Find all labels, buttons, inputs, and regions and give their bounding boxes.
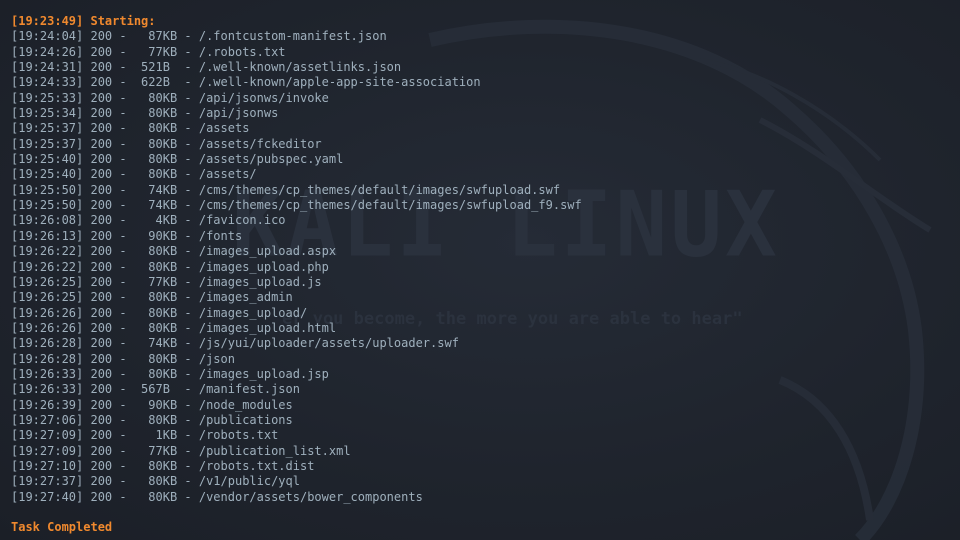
result-list: [19:24:04] 200 - 87KB - /.fontcustom-man… <box>11 29 582 505</box>
task-completed-line: Task Completed <box>11 520 113 535</box>
result-line: [19:26:22] 200 - 80KB - /images_upload.p… <box>11 259 329 274</box>
result-line: [19:26:26] 200 - 80KB - /images_upload.h… <box>11 320 337 335</box>
result-line: [19:25:50] 200 - 74KB - /cms/themes/cp_t… <box>11 182 561 197</box>
result-line: [19:25:37] 200 - 80KB - /assets <box>11 121 250 136</box>
result-line: [19:25:40] 200 - 80KB - /assets/ <box>11 167 257 182</box>
result-line: [19:27:37] 200 - 80KB - /v1/public/yql <box>11 474 300 489</box>
result-line: [19:26:28] 200 - 80KB - /json <box>11 351 235 366</box>
result-line: [19:27:06] 200 - 80KB - /publications <box>11 412 293 427</box>
result-line: [19:27:09] 200 - 1KB - /robots.txt <box>11 428 279 443</box>
result-line: [19:26:26] 200 - 80KB - /images_upload/ <box>11 305 308 320</box>
result-line: [19:25:37] 200 - 80KB - /assets/fckedito… <box>11 136 322 151</box>
result-line: [19:26:25] 200 - 77KB - /images_upload.j… <box>11 274 322 289</box>
result-line: [19:25:50] 200 - 74KB - /cms/themes/cp_t… <box>11 198 582 213</box>
result-line: [19:26:33] 200 - 80KB - /images_upload.j… <box>11 366 329 381</box>
result-line: [19:24:31] 200 - 521B - /.well-known/ass… <box>11 60 402 75</box>
result-line: [19:25:40] 200 - 80KB - /assets/pubspec.… <box>11 152 344 167</box>
result-line: [19:27:40] 200 - 80KB - /vendor/assets/b… <box>11 489 423 504</box>
scrollbar[interactable] <box>954 0 960 540</box>
result-line: [19:25:33] 200 - 80KB - /api/jsonws/invo… <box>11 90 329 105</box>
result-line: [19:26:39] 200 - 90KB - /node_modules <box>11 397 293 412</box>
result-line: [19:27:09] 200 - 77KB - /publication_lis… <box>11 443 351 458</box>
result-line: [19:26:33] 200 - 567B - /manifest.json <box>11 382 300 397</box>
result-line: [19:24:33] 200 - 622B - /.well-known/app… <box>11 75 481 90</box>
result-line: [19:24:26] 200 - 77KB - /.robots.txt <box>11 44 286 59</box>
result-line: [19:27:10] 200 - 80KB - /robots.txt.dist <box>11 458 315 473</box>
result-line: [19:26:28] 200 - 74KB - /js/yui/uploader… <box>11 336 459 351</box>
result-line: [19:26:08] 200 - 4KB - /favicon.ico <box>11 213 286 228</box>
terminal-window[interactable]: KALI LINUX er you become, the more you a… <box>0 0 960 540</box>
result-line: [19:26:13] 200 - 90KB - /fonts <box>11 228 243 243</box>
result-line: [19:24:04] 200 - 87KB - /.fontcustom-man… <box>11 29 387 44</box>
terminal-output[interactable]: [19:23:49] Starting: [19:24:04] 200 - 87… <box>11 14 582 536</box>
result-line: [19:25:34] 200 - 80KB - /api/jsonws <box>11 106 279 121</box>
result-line: [19:26:25] 200 - 80KB - /images_admin <box>11 290 293 305</box>
start-line: [19:23:49] Starting: <box>11 14 163 28</box>
result-line: [19:26:22] 200 - 80KB - /images_upload.a… <box>11 244 337 259</box>
